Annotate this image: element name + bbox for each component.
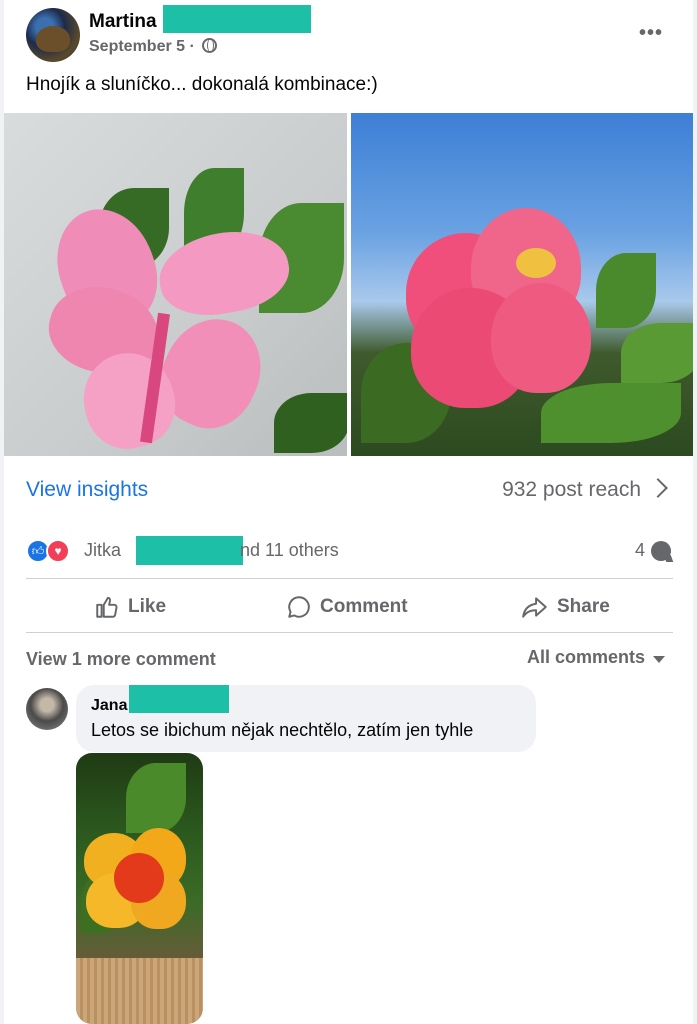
author-avatar[interactable] xyxy=(26,8,80,62)
comment-author-name[interactable]: Jana xyxy=(91,697,127,714)
reaction-icons[interactable]: 👍︎ ♥ xyxy=(26,538,70,564)
love-reaction-icon: ♥ xyxy=(46,539,70,563)
commenter-avatar[interactable] xyxy=(26,688,68,730)
author-name-text[interactable]: Martina xyxy=(89,11,157,32)
redaction-block xyxy=(129,685,229,713)
redaction-block xyxy=(163,5,311,33)
share-icon xyxy=(522,597,547,618)
comment-text: Letos se ibichum nějak nechtělo, zatím j… xyxy=(91,720,474,740)
view-more-comments-link[interactable]: View 1 more comment xyxy=(26,649,216,670)
comment-author[interactable]: Jana xyxy=(91,685,229,715)
redaction-block xyxy=(136,536,243,565)
comment-icon xyxy=(288,596,310,618)
post-card: Martina September 5 · ••• Hnojík a sluní… xyxy=(4,0,693,1024)
post-photo-left[interactable] xyxy=(4,113,347,456)
share-label: Share xyxy=(557,596,610,617)
chevron-right-icon[interactable] xyxy=(648,478,668,498)
thumbs-up-icon xyxy=(96,596,118,618)
divider xyxy=(26,578,673,579)
post-caption: Hnojík a sluníčko... dokonalá kombinace:… xyxy=(26,74,378,95)
post-date[interactable]: September 5 · xyxy=(89,38,218,56)
comment-label: Comment xyxy=(320,596,408,617)
comment-button[interactable]: Comment xyxy=(286,593,408,621)
divider xyxy=(26,632,673,633)
post-reach[interactable]: 932 post reach xyxy=(502,478,641,502)
reactor-name[interactable]: Jitka xyxy=(84,540,121,560)
reactor-others[interactable]: nd 11 others xyxy=(240,540,339,561)
post-photo-right[interactable] xyxy=(351,113,693,456)
share-button[interactable]: Share xyxy=(521,593,610,621)
like-label: Like xyxy=(128,596,167,617)
comment-count[interactable]: 4 xyxy=(635,540,645,561)
globe-icon xyxy=(202,38,218,53)
comment-count-icon xyxy=(651,541,671,561)
view-insights-link[interactable]: View insights xyxy=(26,478,148,502)
post-date-text[interactable]: September 5 · xyxy=(89,38,195,55)
more-options-icon[interactable]: ••• xyxy=(639,22,663,45)
author-name[interactable]: Martina xyxy=(89,5,311,33)
like-button[interactable]: Like xyxy=(94,593,166,621)
caret-down-icon[interactable] xyxy=(653,656,665,663)
comment-sort-dropdown[interactable]: All comments xyxy=(527,647,645,668)
reactor-names[interactable]: Jitka xyxy=(84,536,243,565)
comment-photo[interactable] xyxy=(76,753,203,1024)
